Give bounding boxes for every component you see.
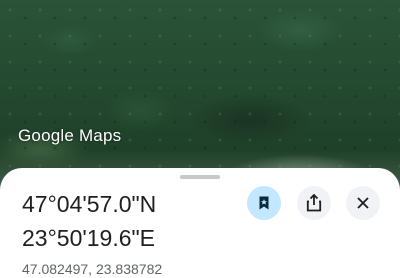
- save-button[interactable]: [247, 186, 281, 220]
- bottom-sheet[interactable]: 47°04'57.0"N 23°50'19.6"E 47.082497, 23.…: [0, 168, 400, 278]
- google-maps-logo: Google Maps: [18, 126, 122, 145]
- bookmark-icon: [259, 196, 269, 210]
- close-icon: [357, 197, 369, 209]
- longitude-text: 23°50'19.6"E: [22, 225, 156, 251]
- latitude-text: 47°04'57.0"N: [22, 191, 157, 217]
- drag-handle[interactable]: [180, 175, 220, 179]
- close-button[interactable]: [346, 186, 380, 220]
- share-button[interactable]: [297, 186, 331, 220]
- decimal-coordinates: 47.082497, 23.838782: [22, 261, 163, 277]
- share-icon: [306, 194, 322, 212]
